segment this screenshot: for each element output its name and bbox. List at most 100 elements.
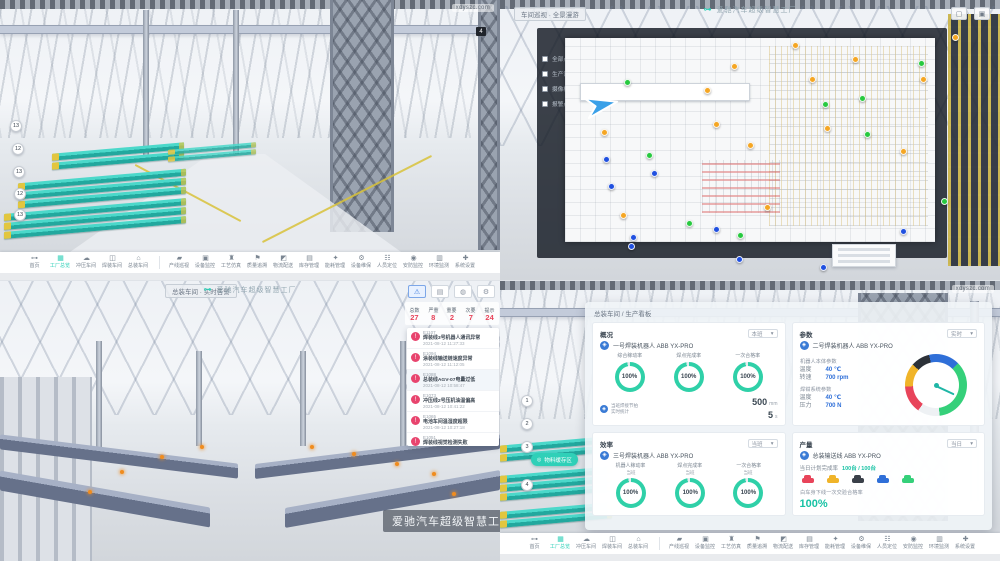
card-dropdown[interactable]: 本班 ▾ xyxy=(748,329,778,338)
station-number-badge[interactable]: 1 xyxy=(521,395,533,407)
alarm-view-tab[interactable]: ⚠ xyxy=(408,285,426,298)
map-status-dot[interactable] xyxy=(651,170,658,177)
alarm-stat[interactable]: 总数 27 xyxy=(405,302,424,325)
map-status-dot[interactable] xyxy=(900,148,907,155)
station-number-badge[interactable]: 3 xyxy=(521,441,533,453)
map-status-dot[interactable] xyxy=(941,198,948,205)
zone-tag[interactable]: ◎ 物料缓存区 xyxy=(531,453,578,466)
alarm-view-tab[interactable]: ◍ xyxy=(454,285,472,298)
toolbar-item[interactable]: ▣ 设备监控 xyxy=(193,255,219,270)
station-number-badge[interactable]: 13 xyxy=(14,209,26,221)
map-status-dot[interactable] xyxy=(952,34,959,41)
alarm-list-item[interactable]: ! E1088 总装线AGV-07电量过低 2021-08-12 10:58:4… xyxy=(407,370,499,391)
toolbar-item[interactable]: ⊶ 首页 xyxy=(522,536,548,551)
topbar-button-icon: ▢ xyxy=(956,10,963,18)
map-status-dot[interactable] xyxy=(852,56,859,63)
toolbar-item[interactable]: ✚ 系统设置 xyxy=(953,536,979,551)
map-status-dot[interactable] xyxy=(900,228,907,235)
toolbar-item[interactable]: ☷ 人员定位 xyxy=(875,536,901,551)
toolbar-item[interactable]: ▥ 环境监测 xyxy=(927,536,953,551)
minimap-panel[interactable] xyxy=(832,244,896,267)
toolbar-item[interactable]: ⚙ 设备维保 xyxy=(849,536,875,551)
toolbar-item[interactable]: ▤ 库存管理 xyxy=(797,536,823,551)
lamp-light xyxy=(432,472,436,476)
map-status-dot[interactable] xyxy=(608,183,615,190)
map-status-dot[interactable] xyxy=(820,264,827,271)
alarm-stat[interactable]: 提示 24 xyxy=(480,302,499,325)
topbar-button[interactable]: ▣ xyxy=(974,7,990,20)
map-status-dot[interactable] xyxy=(859,95,866,102)
alarm-list-item[interactable]: ! E1051 焊装线视觉检测失败 2021-08-12 10:05:56 xyxy=(407,433,499,446)
toolbar-item[interactable]: ◉ 安防监控 xyxy=(401,255,427,270)
station-number-badge[interactable]: 4 xyxy=(521,479,533,491)
toolbar-item[interactable]: ☷ 人员定位 xyxy=(375,255,401,270)
map-status-dot[interactable] xyxy=(747,142,754,149)
toolbar-item[interactable]: ▥ 环境监测 xyxy=(427,255,453,270)
card-dropdown[interactable]: 实时 ▾ xyxy=(947,329,977,338)
alarm-list-item[interactable]: ! E1073 冲压线2号压机油温偏高 2021-08-12 10:41:22 xyxy=(407,391,499,412)
map-status-dot[interactable] xyxy=(713,121,720,128)
map-status-dot[interactable] xyxy=(624,79,631,86)
alarm-stat[interactable]: 严重 8 xyxy=(424,302,443,325)
station-number-badge[interactable]: 12 xyxy=(12,143,24,155)
card-title: 概况 xyxy=(600,329,613,339)
toolbar-item[interactable]: ◩ 物流配送 xyxy=(271,255,297,270)
toolbar-item[interactable]: ▦ 工厂总览 xyxy=(48,255,74,270)
toolbar-item[interactable]: ◫ 焊装车间 xyxy=(600,536,626,551)
toolbar-item[interactable]: ☁ 冲压车间 xyxy=(74,255,100,270)
map-status-dot[interactable] xyxy=(630,234,637,241)
station-number-badge[interactable]: 13 xyxy=(13,166,25,178)
floor-plan-map[interactable] xyxy=(565,38,935,242)
map-status-dot[interactable] xyxy=(737,232,744,239)
toolbar-item[interactable]: ◉ 安防监控 xyxy=(901,536,927,551)
toolbar-item[interactable]: ◫ 焊装车间 xyxy=(100,255,126,270)
alarm-view-tab[interactable]: ⚙ xyxy=(477,285,495,298)
alarm-stat[interactable]: 重要 2 xyxy=(443,302,462,325)
note-line: 实时统计 xyxy=(611,409,638,414)
map-status-dot[interactable] xyxy=(603,156,610,163)
map-status-dot[interactable] xyxy=(704,87,711,94)
toolbar-item[interactable]: ▰ 产线巡视 xyxy=(667,536,693,551)
device-name: 一号焊装机器人 ABB YX-PRO xyxy=(613,341,693,350)
param-label: 转速 xyxy=(800,374,826,382)
alarm-list-item[interactable]: ! E1094 涂装线输送链速度异常 2021-08-12 11:12:05 xyxy=(407,349,499,370)
alarm-list-item[interactable]: ! E1065 电池车间温湿度超限 2021-08-12 10:27:18 xyxy=(407,412,499,433)
pass-rate-value: 100% xyxy=(800,498,978,510)
alarm-stats-bar: 总数 27 严重 8 重要 2 次要 7 xyxy=(405,302,499,325)
topbar-button[interactable]: ▢ xyxy=(951,7,967,20)
station-number-badge[interactable]: 2 xyxy=(521,418,533,430)
alarm-stat[interactable]: 次要 7 xyxy=(461,302,480,325)
map-status-dot[interactable] xyxy=(628,243,635,250)
toolbar-item[interactable]: ⊶ 首页 xyxy=(22,255,48,270)
toolbar-item[interactable]: ♜ 工艺仿真 xyxy=(219,255,245,270)
alarm-list-item[interactable]: ! E1107 焊装线3号机器人通讯异常 2021-08-12 11:27:33 xyxy=(407,328,499,349)
toolbar-item[interactable]: ✚ 系统设置 xyxy=(453,255,479,270)
toolbar-item[interactable]: ☁ 冲压车间 xyxy=(574,536,600,551)
map-status-dot[interactable] xyxy=(601,129,608,136)
donut-gauge: 100% xyxy=(674,362,704,392)
map-status-dot[interactable] xyxy=(824,125,831,132)
param-label: 压力 xyxy=(800,402,826,410)
station-number-badge[interactable]: 13 xyxy=(10,120,22,132)
toolbar-item[interactable]: ⌂ 总装车间 xyxy=(126,255,152,270)
station-number-badge[interactable]: 12 xyxy=(14,188,26,200)
toolbar-item[interactable]: ▤ 库存管理 xyxy=(297,255,323,270)
map-status-dot[interactable] xyxy=(646,152,653,159)
toolbar-item[interactable]: ▦ 工厂总览 xyxy=(548,536,574,551)
alarm-view-tab[interactable]: ▤ xyxy=(431,285,449,298)
toolbar-item[interactable]: ✦ 能耗管理 xyxy=(823,536,849,551)
toolbar-item[interactable]: ⌂ 总装车间 xyxy=(626,536,652,551)
card-dropdown[interactable]: 当日 ▾ xyxy=(947,439,977,448)
map-status-dot[interactable] xyxy=(736,256,743,263)
toolbar-item[interactable]: ▣ 设备监控 xyxy=(693,536,719,551)
map-status-dot[interactable] xyxy=(864,131,871,138)
map-status-dot[interactable] xyxy=(686,220,693,227)
toolbar-item[interactable]: ✦ 能耗管理 xyxy=(323,255,349,270)
toolbar-item[interactable]: ◩ 物流配送 xyxy=(771,536,797,551)
toolbar-item[interactable]: ▰ 产线巡视 xyxy=(167,255,193,270)
card-dropdown[interactable]: 当班 ▾ xyxy=(748,439,778,448)
toolbar-item[interactable]: ⚑ 质量追溯 xyxy=(745,536,771,551)
toolbar-item[interactable]: ⚙ 设备维保 xyxy=(349,255,375,270)
toolbar-item[interactable]: ♜ 工艺仿真 xyxy=(719,536,745,551)
toolbar-item[interactable]: ⚑ 质量追溯 xyxy=(245,255,271,270)
